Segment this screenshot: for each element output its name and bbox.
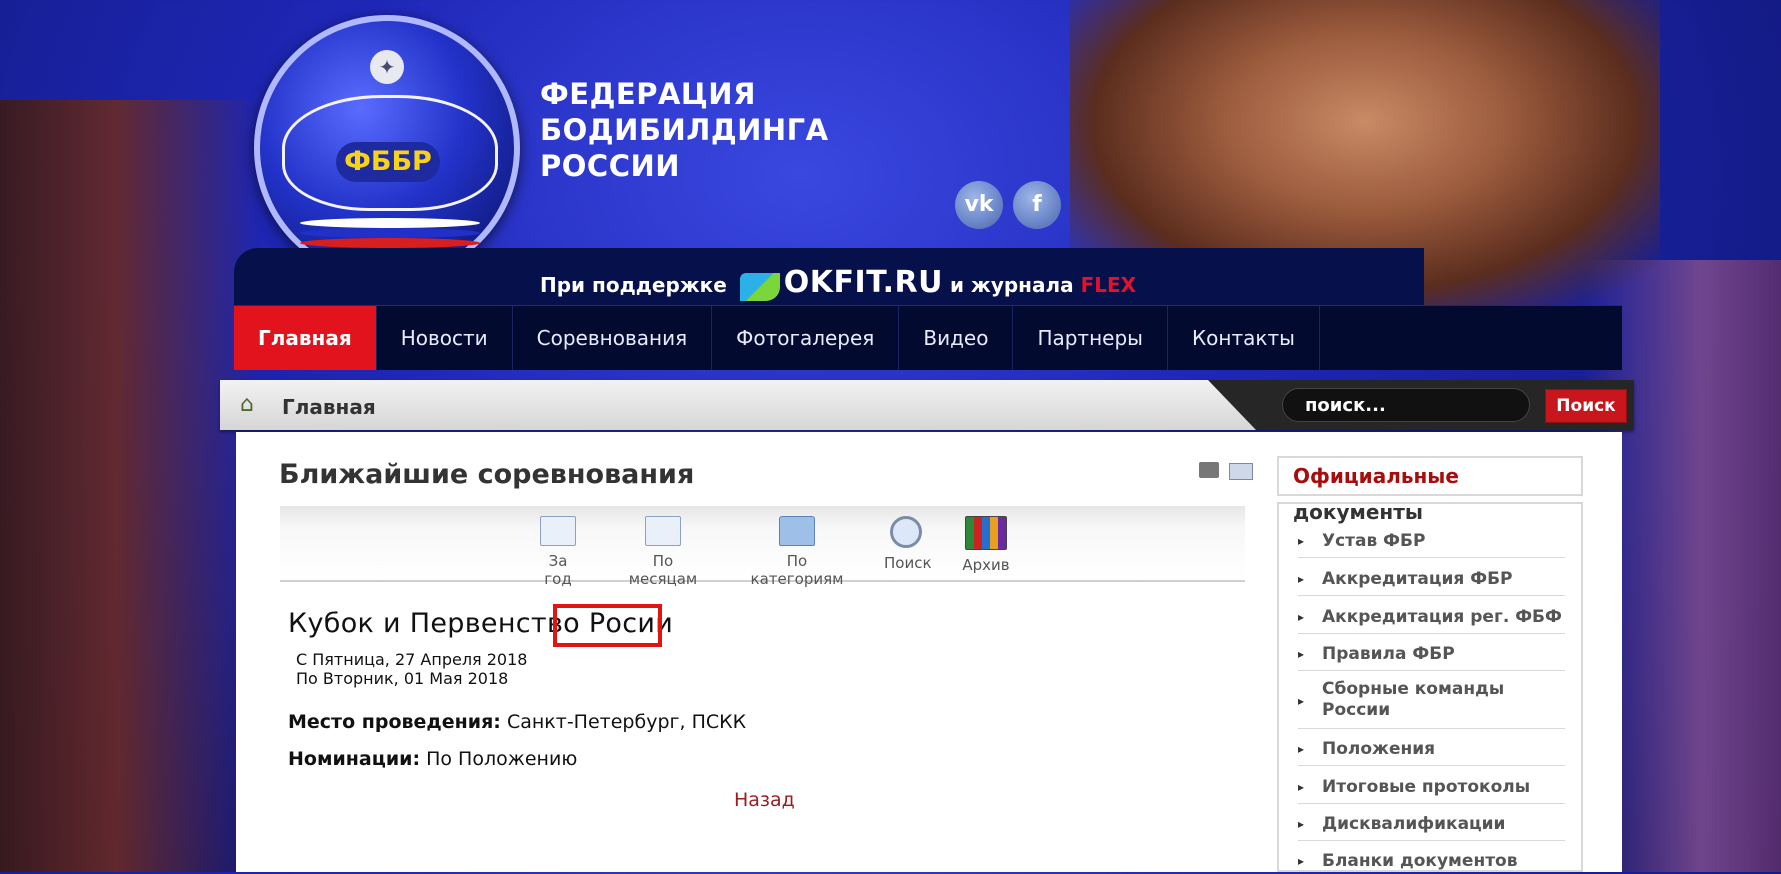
event-place: Место проведения: Санкт-Петербург, ПСКК: [288, 711, 746, 733]
search-input[interactable]: поиск...: [1282, 388, 1530, 422]
email-icon[interactable]: [1229, 463, 1253, 480]
site-title: ФЕДЕРАЦИЯ БОДИБИЛДИНГА РОССИИ: [540, 76, 829, 184]
doc-item-label: Сборные команды России: [1322, 679, 1505, 720]
bullet-arrow-icon: ▸: [1298, 694, 1305, 708]
event-nominations-label: Номинации:: [288, 748, 421, 770]
doc-item-forms[interactable]: ▸ Бланки документов: [1298, 848, 1565, 872]
archive-label: Архив: [962, 556, 1010, 574]
doc-item-disqualifications[interactable]: ▸ Дисквалификации: [1298, 811, 1565, 841]
nav-item-competitions[interactable]: Соревнования: [513, 306, 713, 370]
view-by-category-button[interactable]: По категориям: [741, 516, 853, 588]
bullet-arrow-icon: ▸: [1298, 572, 1305, 586]
sponsor-middle: и журнала: [949, 273, 1074, 297]
bullet-arrow-icon: ▸: [1298, 854, 1305, 868]
logo-text: ФББР: [336, 142, 440, 182]
print-icon[interactable]: [1199, 462, 1219, 478]
folder-icon: [779, 516, 815, 546]
flag-stripe-white: [300, 218, 480, 228]
event-place-label: Место проведения:: [288, 711, 501, 733]
nav-item-contacts[interactable]: Контакты: [1168, 306, 1320, 370]
doc-item-label: Устав ФБР: [1322, 531, 1426, 551]
event-date-from: С Пятница, 27 Апреля 2018: [296, 650, 528, 669]
doc-item-label: Аккредитация ФБР: [1322, 569, 1513, 589]
view-by-month-button[interactable]: По месяцам: [620, 516, 706, 588]
magnifier-icon: [890, 516, 922, 548]
archive-icon: [965, 516, 1007, 550]
okfit-logo-icon: [739, 272, 780, 301]
bullet-arrow-icon: ▸: [1298, 742, 1305, 756]
bullet-arrow-icon: ▸: [1298, 780, 1305, 794]
page-title: Ближайшие соревнования: [279, 459, 695, 490]
nav-item-news[interactable]: Новости: [377, 306, 513, 370]
main-navigation: Главная Новости Соревнования Фотогалерея…: [234, 305, 1622, 370]
eagle-emblem-icon: ✦: [370, 50, 404, 84]
site-title-line-1: ФЕДЕРАЦИЯ: [540, 77, 756, 111]
facebook-icon[interactable]: f: [1013, 181, 1061, 229]
view-by-month-label: По месяцам: [628, 552, 698, 588]
calendar-month-icon: [645, 516, 681, 546]
events-search-button[interactable]: Поиск: [884, 516, 932, 572]
vk-icon[interactable]: vk: [955, 181, 1003, 229]
bullet-arrow-icon: ▸: [1298, 534, 1305, 548]
doc-item-national-teams[interactable]: ▸ Сборные команды России: [1298, 679, 1565, 729]
nav-item-partners[interactable]: Партнеры: [1013, 306, 1168, 370]
flex-magazine-link[interactable]: FLEX: [1081, 273, 1137, 297]
nav-item-home[interactable]: Главная: [234, 306, 377, 370]
doc-item-regulations[interactable]: ▸ Положения: [1298, 736, 1565, 766]
sponsor-prefix: При поддержке: [540, 273, 727, 297]
event-place-value: Санкт-Петербург, ПСКК: [506, 711, 747, 733]
view-by-category-label: По категориям: [750, 552, 844, 588]
nav-item-video[interactable]: Видео: [899, 306, 1014, 370]
bullet-arrow-icon: ▸: [1298, 647, 1305, 661]
search-button[interactable]: Поиск: [1545, 389, 1627, 423]
doc-item-final-protocols[interactable]: ▸ Итоговые протоколы: [1298, 774, 1565, 804]
back-link[interactable]: Назад: [734, 789, 795, 811]
doc-item-label: Положения: [1322, 739, 1436, 759]
event-nominations-value: По Положению: [426, 748, 578, 770]
event-nominations: Номинации: По Положению: [288, 748, 577, 770]
nav-item-photo-gallery[interactable]: Фотогалерея: [712, 306, 900, 370]
background-figure-left: [0, 100, 260, 872]
doc-item-accreditation[interactable]: ▸ Аккредитация ФБР: [1298, 566, 1565, 596]
doc-item-charter[interactable]: ▸ Устав ФБР: [1298, 528, 1565, 558]
doc-item-label: Правила ФБР: [1322, 644, 1455, 664]
doc-item-label: Бланки документов: [1322, 851, 1518, 871]
view-by-year-label: За год: [544, 552, 572, 588]
archive-button[interactable]: Архив: [962, 516, 1010, 574]
site-title-line-2: БОДИБИЛДИНГА: [540, 113, 829, 147]
home-icon[interactable]: ⌂: [240, 394, 254, 416]
doc-item-rules[interactable]: ▸ Правила ФБР: [1298, 641, 1565, 671]
doc-item-regional-accreditation[interactable]: ▸ Аккредитация рег. ФБФ: [1298, 604, 1565, 634]
bullet-arrow-icon: ▸: [1298, 610, 1305, 624]
doc-item-label: Дисквалификации: [1322, 814, 1506, 834]
documents-panel-title: Официальные документы: [1277, 456, 1583, 524]
sponsor-line: При поддержке OKFIT.RU и журнала FLEX: [540, 265, 1136, 301]
breadcrumb-current: Главная: [282, 395, 376, 419]
bullet-arrow-icon: ▸: [1298, 817, 1305, 831]
view-by-year-button[interactable]: За год: [536, 516, 580, 588]
events-search-label: Поиск: [884, 554, 932, 572]
flag-stripe-red: [300, 238, 480, 248]
highlight-box: [553, 604, 662, 647]
documents-title-highlight: Официальные: [1293, 464, 1459, 488]
calendar-year-icon: [540, 516, 576, 546]
site-title-line-3: РОССИИ: [540, 149, 681, 183]
flag-stripe-blue: [300, 228, 480, 238]
doc-item-label: Аккредитация рег. ФБФ: [1322, 607, 1562, 627]
okfit-brand-link[interactable]: OKFIT.RU: [784, 265, 943, 300]
event-date-to: По Вторник, 01 Мая 2018: [296, 669, 509, 688]
doc-item-label: Итоговые протоколы: [1322, 777, 1531, 797]
